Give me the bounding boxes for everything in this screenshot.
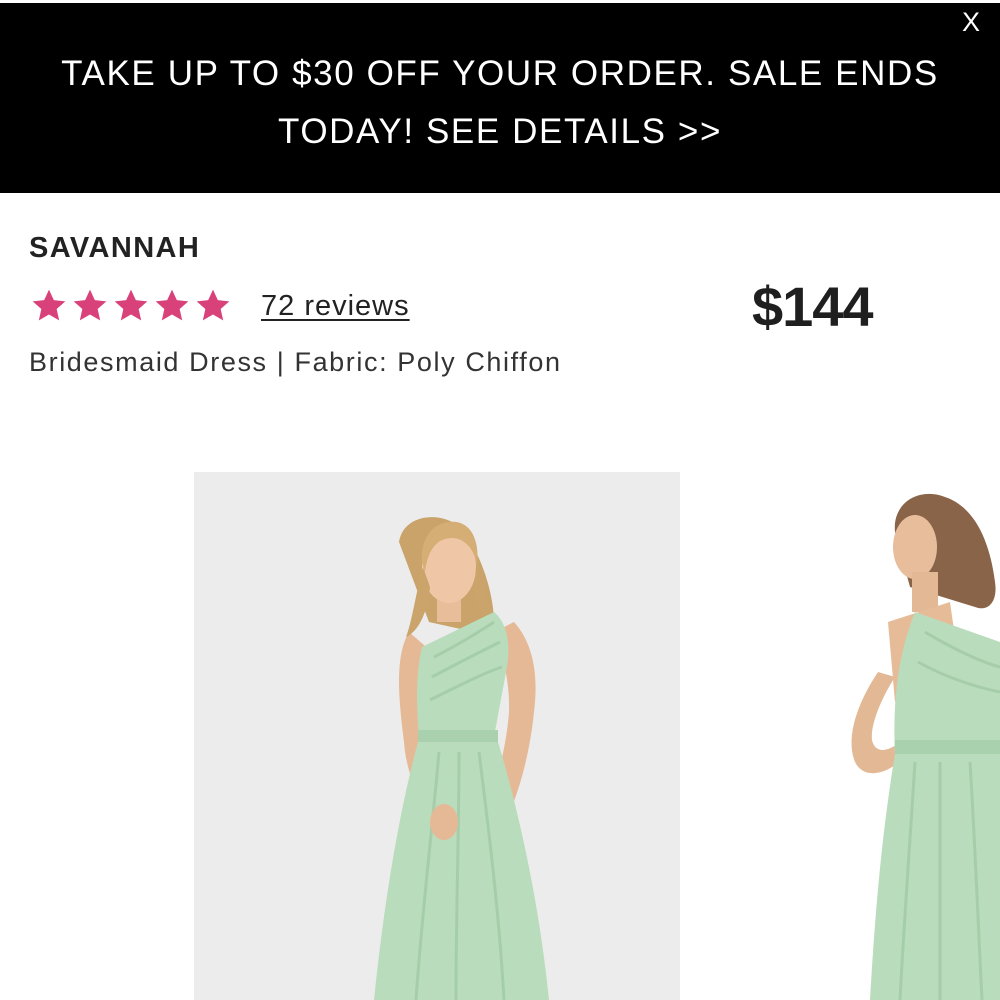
- product-subtitle: Bridesmaid Dress | Fabric: Poly Chiffon: [29, 347, 562, 377]
- promo-banner[interactable]: TAKE UP TO $30 OFF YOUR ORDER. SALE ENDS…: [0, 0, 1000, 193]
- star-icon: [152, 286, 192, 326]
- product-page: TAKE UP TO $30 OFF YOUR ORDER. SALE ENDS…: [0, 0, 1000, 1000]
- star-icon: [29, 286, 69, 326]
- model-front-illustration: [194, 472, 680, 1000]
- model-back-illustration: [800, 472, 1000, 1000]
- reviews-link[interactable]: 72 reviews: [261, 290, 410, 323]
- rating-row: 72 reviews: [29, 284, 410, 328]
- star-rating: [29, 286, 234, 326]
- product-name: SAVANNAH: [29, 232, 201, 264]
- star-icon: [111, 286, 151, 326]
- product-image-back[interactable]: [800, 472, 1000, 1000]
- product-price: $144: [752, 275, 874, 338]
- star-icon: [193, 286, 233, 326]
- star-icon: [70, 286, 110, 326]
- product-image-main[interactable]: [194, 472, 680, 1000]
- promo-text[interactable]: TAKE UP TO $30 OFF YOUR ORDER. SALE ENDS…: [40, 45, 960, 161]
- close-icon[interactable]: X: [962, 7, 980, 38]
